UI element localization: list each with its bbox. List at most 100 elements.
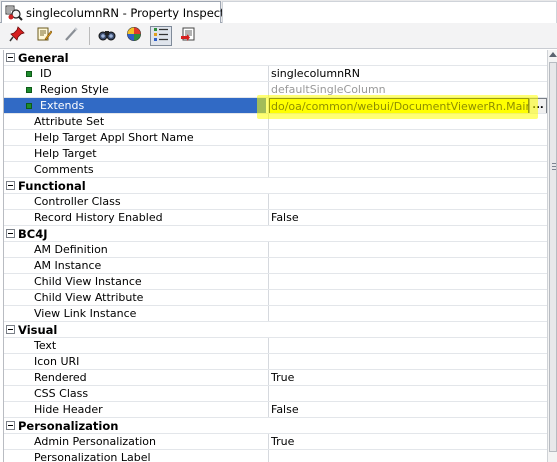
collapse-toggle[interactable] <box>4 50 16 65</box>
thumb-grip <box>552 163 556 164</box>
property-row-rendered[interactable]: Rendered True <box>4 370 547 386</box>
collapse-toggle[interactable] <box>4 418 16 433</box>
property-value-region-style[interactable]: defaultSingleColumn <box>268 82 547 97</box>
property-value-help-target-appl-short-name[interactable] <box>268 130 547 145</box>
property-value-help-target[interactable] <box>268 146 547 161</box>
category-personalization[interactable]: Personalization <box>4 418 547 434</box>
edit-properties-icon <box>36 26 53 45</box>
property-value-comments[interactable] <box>268 162 547 177</box>
property-name: View Link Instance <box>34 307 137 320</box>
tab-property-inspector[interactable]: singlecolumnRN - Property Inspector <box>1 1 236 23</box>
property-row-am-definition[interactable]: AM Definition <box>4 242 547 258</box>
collapse-toggle[interactable] <box>4 322 16 337</box>
property-row-child-view-instance[interactable]: Child View Instance <box>4 274 547 290</box>
property-name: Extends <box>40 99 85 112</box>
property-name: Hide Header <box>34 403 103 416</box>
tab-strip-fill <box>222 1 557 23</box>
collapse-toggle[interactable] <box>4 226 16 241</box>
property-value-am-definition[interactable] <box>268 242 547 257</box>
property-row-icon-uri[interactable]: Icon URI <box>4 354 547 370</box>
collapse-icon <box>5 421 15 430</box>
property-value-child-view-attribute[interactable] <box>268 290 547 305</box>
export-icon <box>180 26 196 45</box>
edit-properties-button[interactable] <box>33 26 55 46</box>
required-bullet-icon <box>26 70 32 77</box>
property-row-css-class[interactable]: CSS Class <box>4 386 547 402</box>
property-value-id[interactable]: singlecolumnRN <box>268 66 547 81</box>
property-name: Admin Personalization <box>34 435 156 448</box>
extends-input[interactable]: do/oa/common/webui/DocumentViewerRn.Main… <box>269 98 547 113</box>
property-row-id[interactable]: ID singlecolumnRN <box>4 66 547 82</box>
collapse-icon <box>5 53 15 62</box>
property-row-help-target-appl-short-name[interactable]: Help Target Appl Short Name <box>4 130 547 146</box>
property-row-comments[interactable]: Comments <box>4 162 547 178</box>
property-row-hide-header[interactable]: Hide Header False <box>4 402 547 418</box>
tab-strip: singlecolumnRN - Property Inspector <box>0 0 557 23</box>
property-row-child-view-attribute[interactable]: Child View Attribute <box>4 290 547 306</box>
pin-icon <box>9 26 25 45</box>
wand-button[interactable] <box>60 26 82 46</box>
color-palette-icon <box>126 26 142 45</box>
category-label: Visual <box>18 322 58 337</box>
property-value-text[interactable] <box>268 338 547 353</box>
find-icon <box>98 26 116 45</box>
property-row-admin-personalization[interactable]: Admin Personalization True <box>4 434 547 450</box>
property-name: Comments <box>34 163 94 176</box>
category-general[interactable]: General <box>4 50 547 66</box>
export-button[interactable] <box>177 26 199 46</box>
property-name: Help Target <box>34 147 97 160</box>
thumb-grip <box>552 166 556 167</box>
toolbar <box>0 23 557 49</box>
property-value-view-link-instance[interactable] <box>268 306 547 321</box>
property-value-personalization-label[interactable] <box>268 450 547 462</box>
property-row-personalization-label[interactable]: Personalization Label <box>4 450 547 462</box>
property-row-view-link-instance[interactable]: View Link Instance <box>4 306 547 322</box>
property-row-help-target[interactable]: Help Target <box>4 146 547 162</box>
color-palette-button[interactable] <box>123 26 145 46</box>
property-value-child-view-instance[interactable] <box>268 274 547 289</box>
property-value-rendered[interactable]: True <box>268 370 547 385</box>
property-value-record-history-enabled[interactable]: False <box>268 210 547 225</box>
property-value-extends-cell: do/oa/common/webui/DocumentViewerRn.Main… <box>268 98 547 113</box>
property-name: Record History Enabled <box>34 211 163 224</box>
property-row-controller-class[interactable]: Controller Class <box>4 194 547 210</box>
property-row-region-style[interactable]: Region Style defaultSingleColumn <box>4 82 547 98</box>
categorized-view-button[interactable] <box>150 25 172 46</box>
property-row-extends[interactable]: Extends do/oa/common/webui/DocumentViewe… <box>4 98 547 114</box>
property-name: ID <box>40 67 52 80</box>
property-value-controller-class[interactable] <box>268 194 547 209</box>
extends-browse-button[interactable]: ... <box>529 98 547 113</box>
property-value-hide-header[interactable]: False <box>268 402 547 417</box>
category-label: Personalization <box>18 418 119 433</box>
property-row-attribute-set[interactable]: Attribute Set <box>4 114 547 130</box>
property-row-record-history-enabled[interactable]: Record History Enabled False <box>4 210 547 226</box>
scroll-up-arrow-icon[interactable] <box>549 52 557 57</box>
property-value-admin-personalization[interactable]: True <box>268 434 547 449</box>
property-value-css-class[interactable] <box>268 386 547 401</box>
collapse-icon <box>5 229 15 238</box>
property-table: General ID singlecolumnRN Region Style d… <box>3 50 547 462</box>
tab-title: singlecolumnRN - Property Inspector <box>26 5 237 20</box>
collapse-toggle[interactable] <box>4 178 16 193</box>
property-name: AM Instance <box>34 259 102 272</box>
property-name: Region Style <box>40 83 109 96</box>
thumb-grip <box>552 169 556 170</box>
property-value-icon-uri[interactable] <box>268 354 547 369</box>
property-row-am-instance[interactable]: AM Instance <box>4 258 547 274</box>
category-label: BC4J <box>18 226 48 241</box>
pin-button[interactable] <box>6 26 28 46</box>
category-visual[interactable]: Visual <box>4 322 547 338</box>
vertical-scrollbar[interactable] <box>547 50 557 462</box>
scrollbar-thumb[interactable] <box>549 62 557 452</box>
property-value-attribute-set[interactable] <box>268 114 547 129</box>
property-row-text[interactable]: Text <box>4 338 547 354</box>
toolbar-separator <box>89 26 90 45</box>
category-functional[interactable]: Functional <box>4 178 547 194</box>
property-name: AM Definition <box>34 243 108 256</box>
categorized-view-icon <box>153 26 169 45</box>
property-name: Child View Instance <box>34 275 142 288</box>
wand-icon <box>63 26 79 45</box>
find-button[interactable] <box>96 26 118 46</box>
property-value-am-instance[interactable] <box>268 258 547 273</box>
category-bc4j[interactable]: BC4J <box>4 226 547 242</box>
